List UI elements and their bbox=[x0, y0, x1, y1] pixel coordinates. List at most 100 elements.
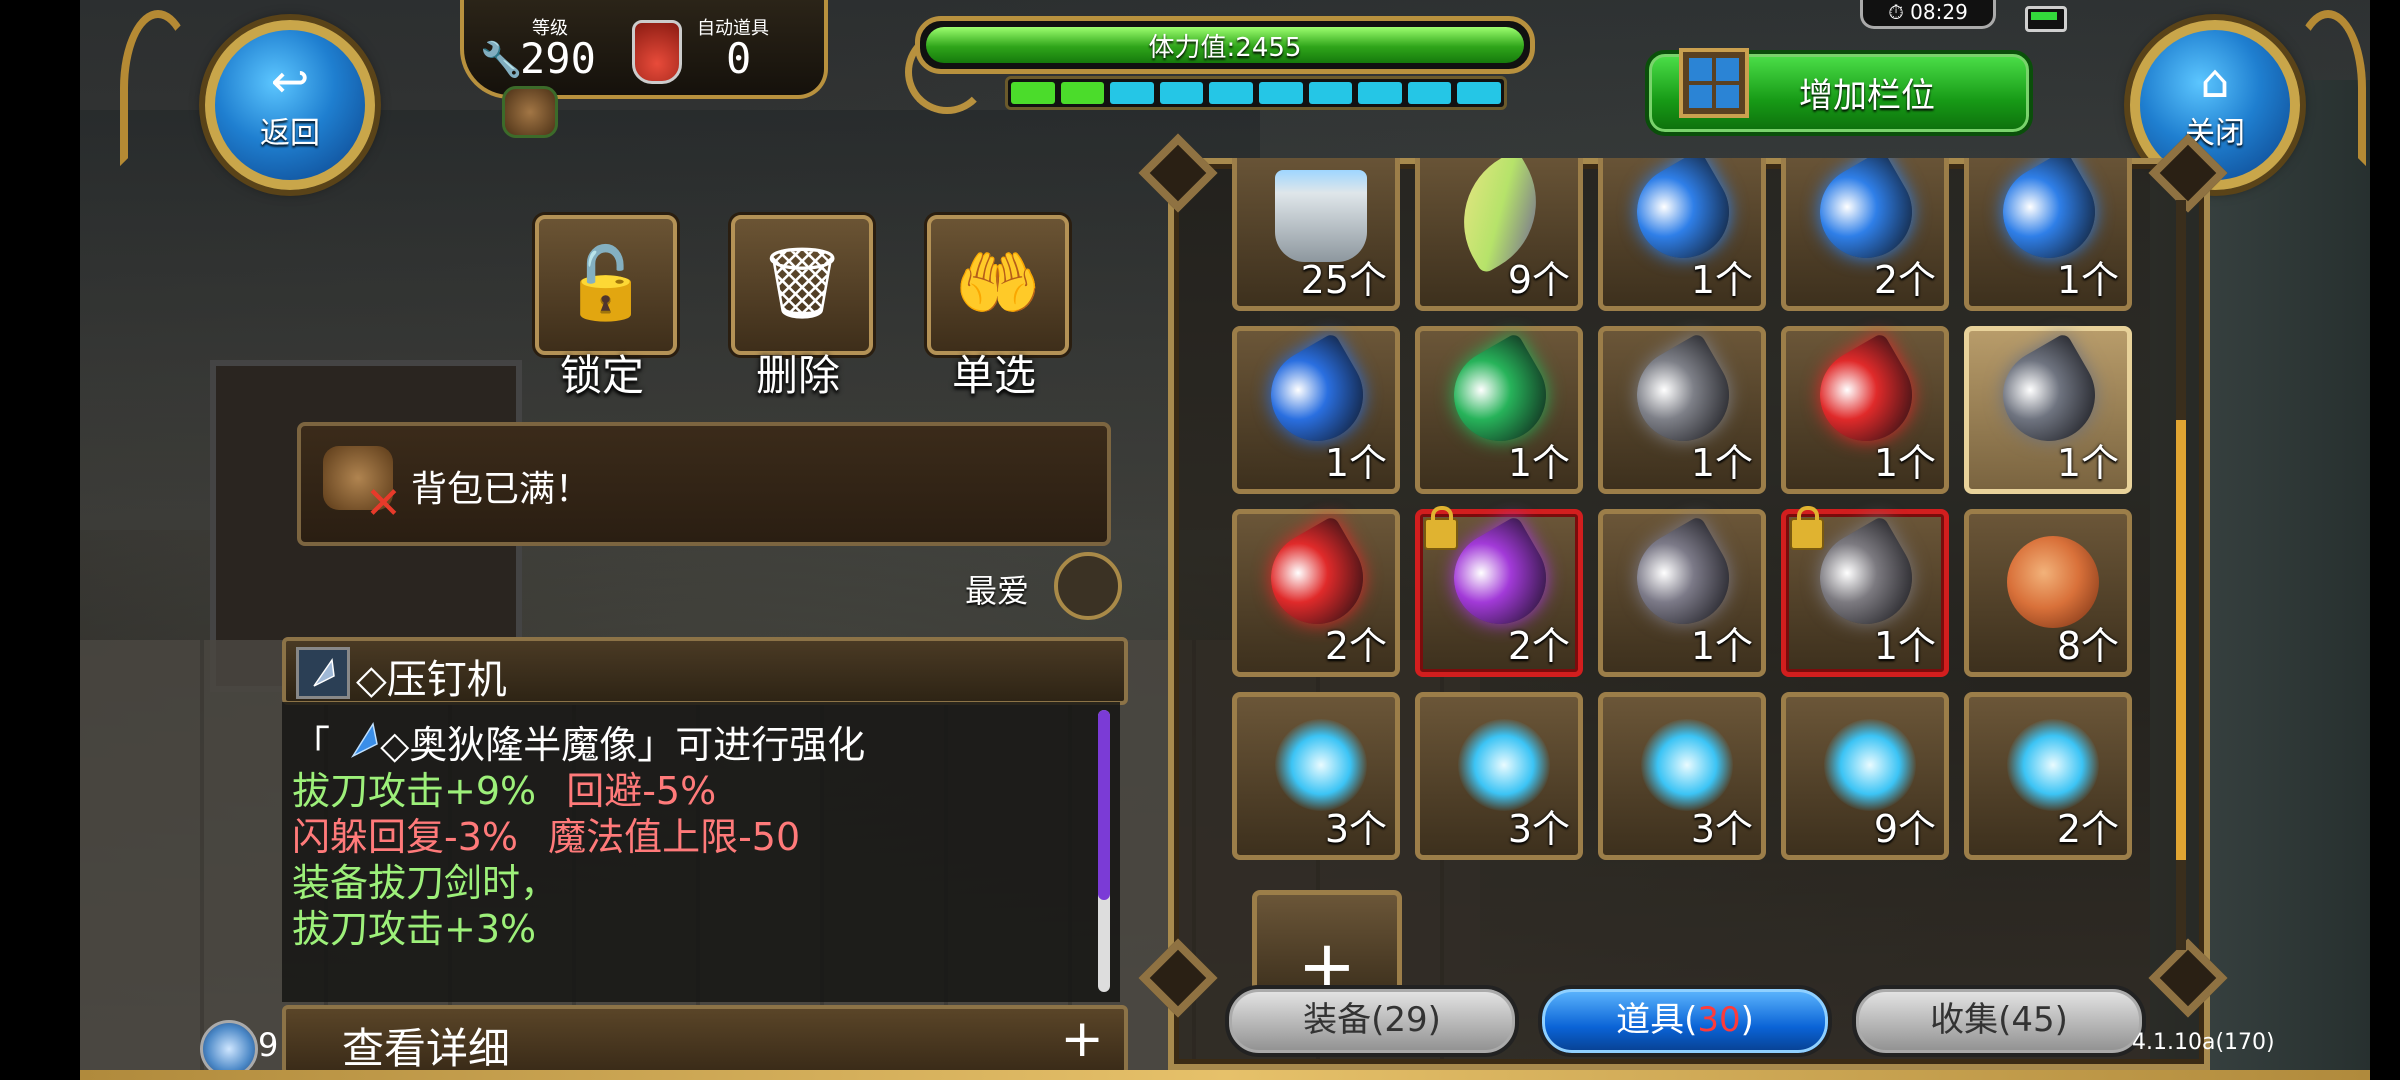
inventory-slot[interactable]: 1个 bbox=[1964, 158, 2132, 311]
potion-icon bbox=[632, 20, 682, 84]
inventory-slot[interactable]: 8个 bbox=[1964, 509, 2132, 677]
inventory-slot[interactable]: 1个 bbox=[1781, 326, 1949, 494]
add-slot-button[interactable]: 增加栏位 bbox=[1645, 48, 2033, 136]
hand-pick-icon: 🤲 bbox=[954, 242, 1042, 324]
tab-items-label: 道具( bbox=[1616, 1000, 1698, 1040]
inventory-slot[interactable]: 2个 bbox=[1964, 692, 2132, 860]
stat-mp-max: 魔法值上限-50 bbox=[548, 815, 801, 859]
item-count: 9个 bbox=[1873, 807, 1936, 851]
trash-icon: 🗑 bbox=[757, 242, 847, 324]
item-count: 1个 bbox=[1507, 441, 1570, 485]
item-description: 「 ◇奥狄隆半魔像」可进行强化 拔刀攻击+9% 回避-5% 闪躲回复-3% 魔法… bbox=[282, 702, 1120, 1002]
bottom-border bbox=[80, 1070, 2370, 1080]
tab-collection[interactable]: 收集(45) bbox=[1852, 985, 2146, 1057]
clock: ⏱ 08:29 bbox=[1860, 0, 1996, 29]
tab-items[interactable]: 道具(30) bbox=[1538, 985, 1832, 1057]
inventory-slot[interactable]: 1个 bbox=[1598, 326, 1766, 494]
item-count: 1个 bbox=[1324, 441, 1387, 485]
inventory-grid: 25个 9个 1个 2个 1个 1个 1个 1个 1个 1个 2个 2个 1个 1个 8个 3个 3个 3个 9个 2… bbox=[1232, 158, 2142, 958]
stamina-bar: 体力值:2455 bbox=[915, 16, 1535, 74]
bag-full-message: ✕ 背包已满！ bbox=[297, 422, 1111, 546]
energy-segment bbox=[1110, 82, 1154, 104]
lock-icon bbox=[1790, 506, 1824, 550]
energy-segment bbox=[1258, 82, 1303, 104]
ornament-horn-right bbox=[2290, 10, 2366, 166]
inventory-slot[interactable]: 2个 bbox=[1781, 158, 1949, 311]
energy-segment bbox=[1159, 82, 1204, 104]
tab-collection-label: 收集(45) bbox=[1930, 1000, 2068, 1040]
clock-time: 08:29 bbox=[1910, 0, 1968, 24]
energy-segment bbox=[1407, 82, 1452, 104]
inventory-slot[interactable]: 3个 bbox=[1232, 692, 1400, 860]
item-count: 3个 bbox=[1690, 807, 1753, 851]
lock-label: 锁定 bbox=[559, 351, 644, 400]
cross-icon: ✕ bbox=[365, 478, 402, 529]
inventory-slot[interactable]: 1个 bbox=[1598, 509, 1766, 677]
tab-equipment[interactable]: 装备(29) bbox=[1225, 985, 1519, 1057]
item-count: 2个 bbox=[1507, 624, 1570, 668]
inventory-slot[interactable]: 3个 bbox=[1598, 692, 1766, 860]
delete-button[interactable]: 🗑 bbox=[731, 215, 873, 355]
inventory-slot[interactable]: 1个 bbox=[1964, 326, 2132, 494]
gem-icon bbox=[296, 647, 350, 699]
ornament-horn-left bbox=[120, 10, 196, 166]
inventory-slot[interactable]: 3个 bbox=[1415, 692, 1583, 860]
lock-button[interactable]: 🔓 bbox=[535, 215, 677, 355]
view-details-button[interactable]: 查看详细 + bbox=[282, 1005, 1128, 1075]
energy-segment bbox=[1358, 82, 1402, 104]
tab-equipment-label: 装备(29) bbox=[1303, 1000, 1441, 1040]
add-slot-label: 增加栏位 bbox=[1799, 76, 1935, 116]
inventory-grid-icon bbox=[1679, 48, 1749, 118]
item-count: 1个 bbox=[1873, 441, 1936, 485]
energy-segment bbox=[1209, 82, 1253, 104]
energy-segment bbox=[1011, 82, 1055, 104]
item-count: 2个 bbox=[1873, 258, 1936, 302]
bag-icon[interactable] bbox=[502, 86, 558, 138]
energy-segment bbox=[1308, 82, 1353, 104]
item-count: 9个 bbox=[1507, 258, 1570, 302]
inventory-slot[interactable]: 1个 bbox=[1598, 158, 1766, 311]
item-count: 1个 bbox=[1873, 624, 1936, 668]
version-label: 4.1.10a(170) bbox=[2132, 1030, 2275, 1055]
inventory-slot[interactable]: 9个 bbox=[1415, 158, 1583, 311]
battery-icon bbox=[2025, 6, 2067, 32]
item-count: 1个 bbox=[1690, 624, 1753, 668]
energy-segments bbox=[1005, 76, 1507, 110]
auto-item-value: 0 bbox=[726, 34, 752, 83]
return-arrow-icon: ↩ bbox=[270, 54, 310, 108]
gem-small-icon bbox=[350, 722, 378, 758]
inventory-scroll-thumb[interactable] bbox=[2176, 420, 2186, 860]
item-count: 2个 bbox=[2056, 807, 2119, 851]
padlock-icon: 🔓 bbox=[562, 242, 650, 324]
lock-icon bbox=[1424, 506, 1458, 550]
item-count: 1个 bbox=[2056, 258, 2119, 302]
home-icon: ⌂ bbox=[2200, 54, 2230, 108]
view-details-label: 查看详细 bbox=[342, 1024, 511, 1073]
tab-items-paren: ) bbox=[1740, 1000, 1754, 1040]
inventory-slot[interactable]: 1个 bbox=[1781, 506, 1949, 677]
player-status-plate: 🔧 等级 290 自动道具 0 bbox=[460, 0, 828, 99]
wrench-icon: 🔧 bbox=[480, 40, 523, 80]
item-count: 8个 bbox=[2056, 624, 2119, 668]
desc-scroll-thumb[interactable] bbox=[1098, 710, 1110, 900]
inventory-slot[interactable]: 9个 bbox=[1781, 692, 1949, 860]
inventory-slot[interactable]: 25个 bbox=[1232, 158, 1400, 311]
item-count: 1个 bbox=[1690, 441, 1753, 485]
favorite-toggle[interactable] bbox=[1054, 552, 1122, 620]
item-count: 2个 bbox=[1324, 624, 1387, 668]
tab-items-count: 30 bbox=[1697, 1000, 1741, 1040]
back-label: 返回 bbox=[260, 116, 320, 151]
inventory-slot[interactable]: 2个 bbox=[1415, 506, 1583, 677]
item-count: 3个 bbox=[1507, 807, 1570, 851]
item-count: 1个 bbox=[2056, 441, 2119, 485]
single-select-button[interactable]: 🤲 bbox=[927, 215, 1069, 355]
desc-bonus: 拔刀攻击+3% bbox=[292, 907, 537, 951]
inventory-slot[interactable]: 2个 bbox=[1232, 509, 1400, 677]
orb-count: 9 bbox=[258, 1026, 279, 1064]
back-button[interactable]: ↩ 返回 bbox=[205, 20, 375, 190]
inventory-slot[interactable]: 1个 bbox=[1415, 326, 1583, 494]
item-header: ◇压钉机 bbox=[282, 637, 1128, 705]
level-value: 290 bbox=[520, 34, 596, 83]
inventory-slot[interactable]: 1个 bbox=[1232, 326, 1400, 494]
stamina-label: 体力值:2455 bbox=[1148, 33, 1302, 63]
